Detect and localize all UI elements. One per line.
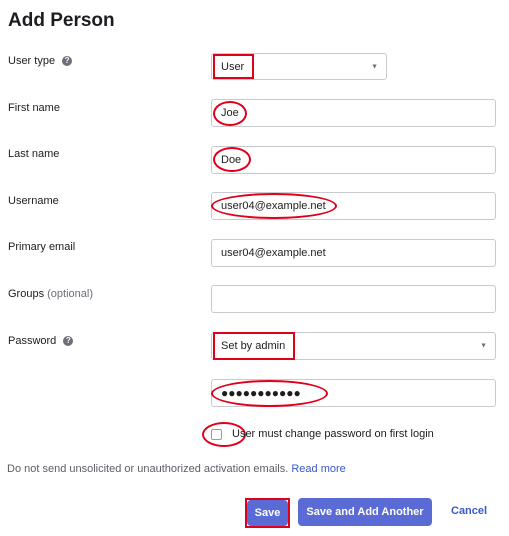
change-password-label: User must change password on first login [232, 428, 434, 440]
user-type-label: User type? [8, 55, 73, 67]
annotation-ellipse [211, 193, 337, 219]
username-label: Username [8, 195, 59, 207]
chevron-down-icon: ▼ [371, 63, 378, 70]
first-name-label: First name [8, 102, 60, 114]
help-icon[interactable]: ? [63, 336, 74, 347]
page-title: Add Person [8, 10, 115, 31]
primary-email-label: Primary email [8, 241, 76, 253]
save-and-add-another-button[interactable]: Save and Add Another [298, 498, 432, 526]
password-label: Password? [8, 335, 74, 347]
groups-input[interactable] [211, 285, 496, 313]
chevron-down-icon: ▼ [480, 342, 487, 350]
read-more-link[interactable]: Read more [291, 463, 345, 475]
primary-email-input[interactable]: user04@example.net [211, 239, 496, 267]
annotation-ellipse [213, 101, 247, 126]
annotation-ellipse [211, 380, 328, 407]
annotation-ellipse [213, 147, 251, 172]
first-name-input[interactable]: Joe [211, 99, 496, 127]
activation-notice: Do not send unsolicited or unauthorized … [7, 463, 346, 475]
last-name-label: Last name [8, 148, 60, 160]
cancel-button[interactable]: Cancel [451, 505, 487, 517]
groups-label: Groups (optional) [8, 288, 93, 300]
help-icon[interactable]: ? [62, 56, 73, 67]
annotation-box [245, 498, 290, 528]
annotation-box [213, 332, 295, 360]
annotation-box [213, 54, 254, 79]
last-name-input[interactable]: Doe [211, 146, 496, 174]
